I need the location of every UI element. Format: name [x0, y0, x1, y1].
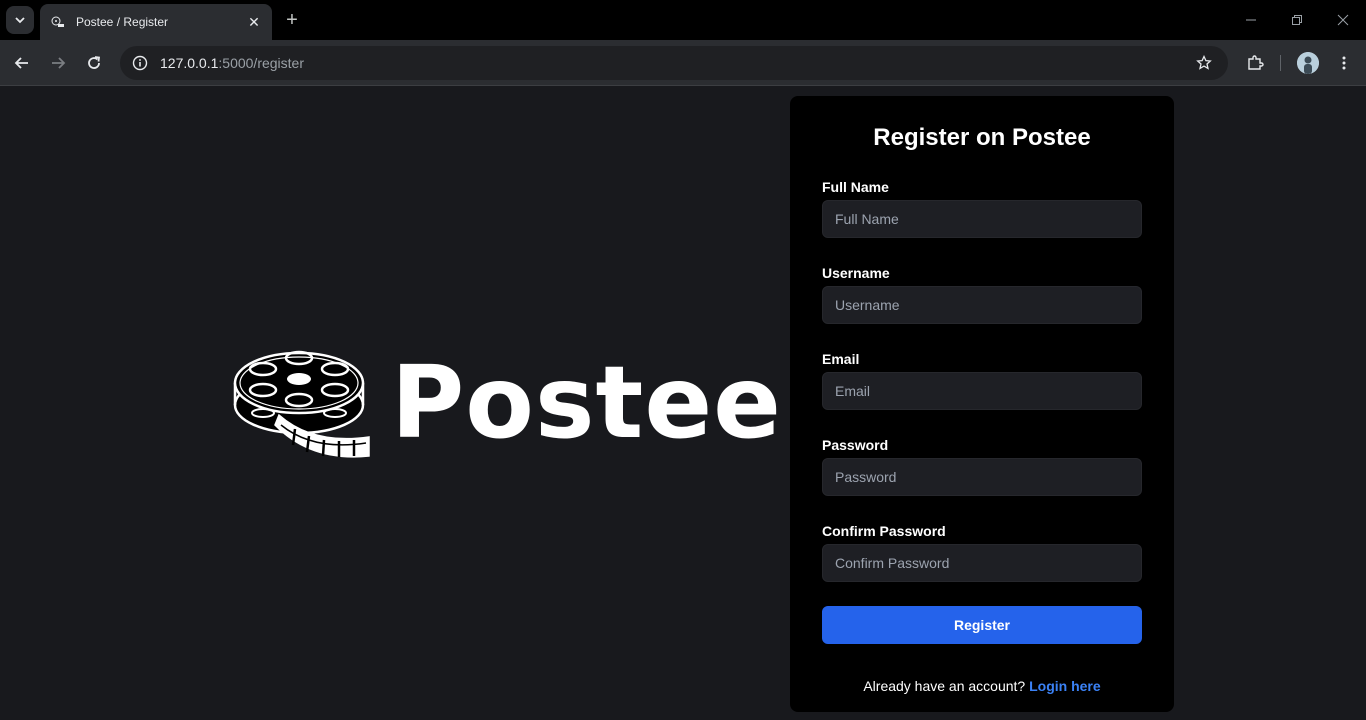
info-icon[interactable]: [130, 53, 150, 73]
url-host: 127.0.0.1: [160, 55, 219, 71]
full-name-input[interactable]: [822, 200, 1142, 238]
reload-icon: [88, 56, 101, 69]
page: Postee Register on Postee Full Name User…: [0, 87, 1366, 720]
tab-close-icon[interactable]: ✕: [246, 14, 262, 30]
url-text: 127.0.0.1:5000/register: [160, 55, 304, 71]
login-link[interactable]: Login here: [1029, 678, 1101, 694]
reload-button[interactable]: [82, 51, 106, 75]
chevron-down-icon: [15, 17, 25, 24]
tab-title: Postee / Register: [76, 15, 169, 29]
browser-toolbar: 127.0.0.1:5000/register: [0, 40, 1366, 86]
username-input[interactable]: [822, 286, 1142, 324]
brand-logo: Postee: [233, 345, 781, 460]
email-label: Email: [822, 351, 860, 367]
password-input[interactable]: [822, 458, 1142, 496]
browser-menu-button[interactable]: [1332, 51, 1356, 75]
forward-button[interactable]: [46, 51, 70, 75]
profile-avatar[interactable]: [1297, 52, 1319, 74]
back-button[interactable]: [10, 51, 34, 75]
new-tab-button[interactable]: +: [282, 10, 302, 30]
form-title: Register on Postee: [873, 124, 1091, 151]
puzzle-icon: [1248, 55, 1264, 70]
login-prompt: Already have an account? Login here: [790, 678, 1174, 694]
username-label: Username: [822, 265, 890, 281]
arrow-right-icon: [52, 57, 66, 69]
tab-search-button[interactable]: [6, 6, 34, 34]
browser-tab[interactable]: Postee / Register ✕: [40, 4, 272, 40]
email-input[interactable]: [822, 372, 1142, 410]
confirm-password-input[interactable]: [822, 544, 1142, 582]
password-label: Password: [822, 437, 889, 453]
register-card: Register on Postee Full Name Username Em…: [790, 96, 1174, 712]
register-button[interactable]: Register: [822, 606, 1142, 644]
favicon-icon: [50, 14, 66, 30]
film-reel-icon: [233, 350, 370, 458]
brand-name: Postee: [391, 344, 782, 461]
minimize-icon[interactable]: [1241, 10, 1261, 30]
star-icon[interactable]: [1194, 53, 1214, 73]
confirm-password-label: Confirm Password: [822, 523, 946, 539]
url-path: :5000/register: [218, 55, 304, 71]
address-bar[interactable]: 127.0.0.1:5000/register: [120, 46, 1228, 80]
tab-strip: Postee / Register ✕ +: [0, 0, 1366, 40]
toolbar-divider: [1280, 55, 1281, 71]
full-name-label: Full Name: [822, 179, 889, 195]
arrow-left-icon: [14, 57, 28, 69]
window-close-icon[interactable]: [1333, 10, 1353, 30]
login-prompt-text: Already have an account?: [863, 678, 1026, 694]
extensions-button[interactable]: [1243, 51, 1267, 75]
restore-icon[interactable]: [1287, 10, 1307, 30]
kebab-menu-icon: [1342, 56, 1346, 70]
